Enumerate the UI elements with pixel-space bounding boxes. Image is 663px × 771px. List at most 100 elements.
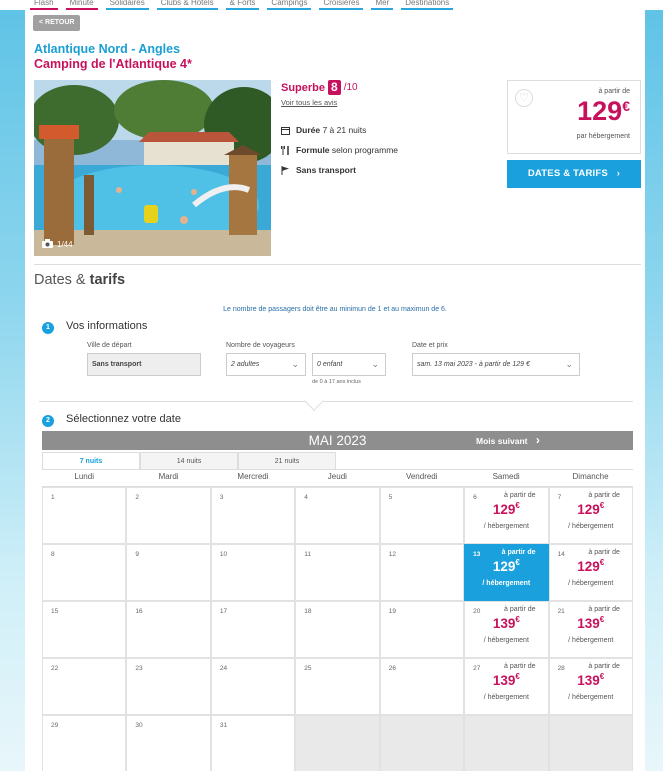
calendar-day[interactable]: 28 à partir de 139€ / hébergement [548,658,633,715]
calendar-day[interactable]: 20 à partir de 139€ / hébergement [464,601,549,658]
price-value: 129€ [577,96,630,126]
calendar-day: 29 [42,715,127,771]
calendar-day: 8 [42,544,127,601]
day-number: 27 [473,665,481,672]
calendar-day: 1 [42,487,127,544]
feature-formula: Formule selon programme [281,145,398,155]
day-from-label: à partir de [504,606,536,613]
children-select[interactable]: 0 enfant ⌄ [312,353,386,376]
day-from-label: à partir de [588,606,620,613]
day-number: 24 [219,665,228,672]
reviews-link[interactable]: Voir tous les avis [281,98,337,107]
calendar-day[interactable]: 21 à partir de 139€ / hébergement [548,601,633,658]
calendar-empty-cell [548,715,633,771]
nav-item[interactable]: & Forts [224,0,262,10]
next-month-button[interactable]: Mois suivant › [476,431,540,451]
day-number: 19 [388,608,396,615]
day-price: 139€ [492,672,520,688]
step-1-badge: 1 [42,322,54,334]
tab-21-nights[interactable]: 21 nuits [238,452,336,470]
nights-tabs: 7 nuits 14 nuits 21 nuits [42,452,336,470]
day-number: 3 [219,494,224,501]
divider [34,264,641,265]
nav-item[interactable]: Mer [369,0,395,10]
nav-item[interactable]: Croisières [317,0,365,10]
rating: Superbe 8 /10 [281,80,358,95]
date-label: Date et prix [412,342,448,349]
calendar-day: 5 [379,487,465,544]
calendar-day[interactable]: 13 à partir de 129€ / hébergement [464,544,549,601]
day-number: 10 [219,551,228,558]
date-select[interactable]: sam. 13 mai 2023 - à partir de 129 € ⌄ [412,353,580,376]
price-box: ♡ à partir de 129€ par hébergement [507,80,641,154]
nav-item[interactable]: Flash [28,0,60,10]
calendar-grid: 123456à partir de 129€ / hébergement 7 à par… [42,486,633,771]
day-per-label: / hébergement [483,694,529,701]
calendar-day: 16 [126,601,211,658]
chevron-right-icon: › [616,168,621,179]
adults-select[interactable]: 2 adultes ⌄ [226,353,306,376]
day-number: 18 [304,608,312,615]
tab-7-nights[interactable]: 7 nuits [42,452,140,470]
calendar-day[interactable]: 27 à partir de 139€ / hébergement [464,658,549,715]
rating-score: 8 [328,80,341,95]
day-price: 139€ [492,615,520,631]
step-2-title: Sélectionnez votre date [66,413,181,425]
calendar-day[interactable]: 14 à partir de 129€ / hébergement [548,544,633,601]
heart-icon[interactable]: ♡ [515,89,533,107]
day-price: 129€ [492,558,520,574]
calendar-day[interactable]: 7 à partir de 129€ / hébergement [548,487,633,544]
camera-icon [42,239,53,250]
top-navigation: Flash Minute Solidaires Clubs & Hôtels & For… [0,0,663,10]
calendar-day: 17 [210,601,296,658]
step-2-badge: 2 [42,415,54,427]
day-from-label: à partir de [501,549,536,556]
weekday-label: Vendredi [405,472,438,481]
nav-item[interactable]: Solidaires [104,0,151,10]
day-number: 9 [135,551,140,558]
day-from-label: à partir de [504,492,536,499]
photo-counter-text: 1/44 [57,240,73,249]
photo-counter: 1/44 [42,239,73,250]
nav-item[interactable]: Minute [64,0,100,10]
month-name: MAI 2023 [308,433,367,448]
day-number: 2 [135,494,140,501]
day-price: 129€ [492,501,520,517]
day-price: 139€ [577,672,605,688]
camp-photo[interactable]: 1/44 [34,80,271,256]
camp-name: Camping de l'Atlantique 4* [34,57,192,71]
dates-tarifs-button[interactable]: DATES & TARIFS › [507,160,641,188]
day-per-label: / hébergement [482,580,531,587]
day-per-label: / hébergement [568,523,614,530]
day-number: 16 [135,608,143,615]
weekday-label: Jeudi [327,472,347,481]
chevron-right-icon: › [535,433,540,447]
day-number: 28 [557,665,565,672]
product-panel: < RETOUR Atlantique Nord - Angles Campin… [25,10,645,771]
feature-duration: Durée 7 à 21 nuits [281,125,366,135]
tab-14-nights[interactable]: 14 nuits [140,452,238,470]
day-number: 22 [51,665,59,672]
day-number: 6 [473,494,477,501]
day-number: 5 [388,494,393,501]
day-number: 25 [304,665,312,672]
calendar-day: 10 [210,544,296,601]
destination-region: Atlantique Nord - Angles [34,42,181,56]
calendar-day: 23 [126,658,211,715]
nav-item[interactable]: Campings [265,0,313,10]
day-number: 7 [557,494,562,501]
nav-item[interactable]: Clubs & Hôtels [155,0,220,10]
departure-field[interactable]: Sans transport [87,353,201,376]
day-number: 17 [219,608,228,615]
day-number: 1 [51,494,55,501]
calendar-day[interactable]: 6 à partir de 129€ / hébergement [464,487,549,544]
section-title: Dates & tarifs [34,272,126,288]
day-number: 21 [557,608,565,615]
tabs-underline [42,469,633,470]
back-button[interactable]: < RETOUR [33,15,81,31]
nav-item[interactable]: Destinations [399,0,455,10]
day-per-label: / hébergement [483,523,529,530]
calendar-day: 18 [295,601,380,658]
rating-label: Superbe [281,81,326,94]
calendar-day: 15 [42,601,127,658]
